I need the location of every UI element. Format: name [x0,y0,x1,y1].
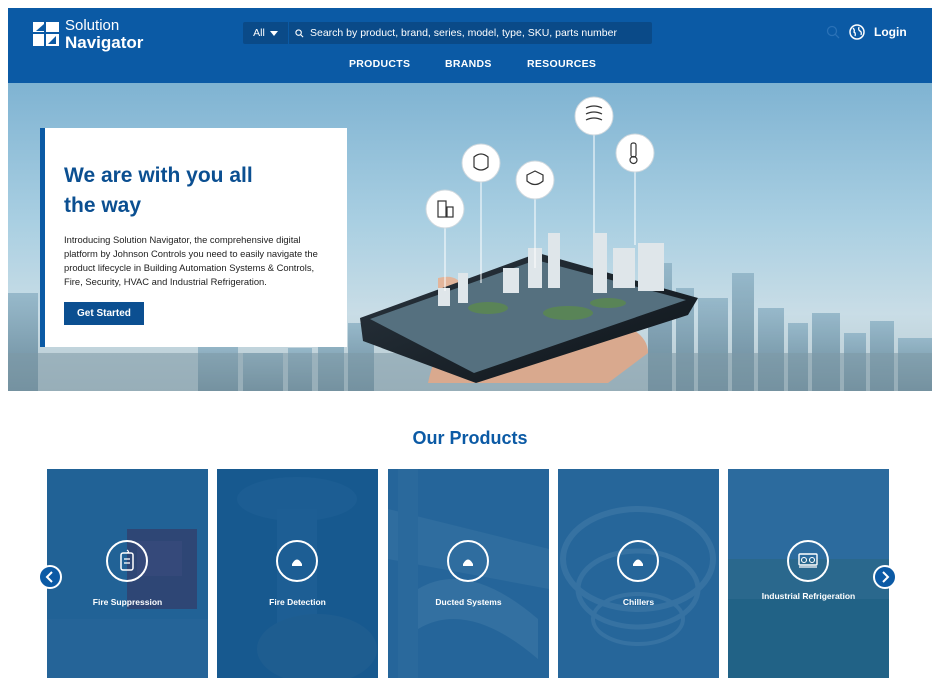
products-carousel: Fire Suppression Fire Detection Ducted S… [47,469,889,678]
search-bar: All [243,22,652,44]
logo-line-2: Navigator [65,33,144,52]
search-category-value: All [253,27,265,39]
products-heading: Our Products [412,428,528,448]
chillers-icon [617,540,659,582]
hero-banner: We are with you all the way Introducing … [8,83,932,391]
hero-card: We are with you all the way Introducing … [40,128,347,347]
logo-mark-icon [33,21,59,48]
product-card-label: Ducted Systems [435,597,502,607]
nav-brands[interactable]: BRANDS [445,58,492,70]
product-card-label: Industrial Refrigeration [761,591,856,601]
logo[interactable]: Solution Navigator [33,18,143,51]
header: Solution Navigator All Search by product… [8,8,932,83]
search-category-select[interactable]: All [243,22,289,44]
product-card-label: Fire Suppression [92,597,163,607]
hero-description: Introducing Solution Navigator, the comp… [64,234,318,287]
search-input[interactable] [310,27,640,39]
globe-icon[interactable] [849,24,865,40]
product-card-chillers[interactable]: Chillers [558,469,719,678]
product-card-industrial-refrigeration[interactable]: Industrial Refrigeration [728,469,889,678]
logo-line-1: Solution [65,17,120,34]
product-card-fire-detection[interactable]: Fire Detection [217,469,378,678]
industrial-refrigeration-icon [787,540,829,582]
nav-resources[interactable]: RESOURCES [527,58,596,70]
chevron-right-icon [882,571,890,583]
product-card-label: Chillers [622,597,655,607]
search-icon[interactable] [826,25,840,39]
product-card-ducted-systems[interactable]: Ducted Systems [388,469,549,678]
hero-title: We are with you all the way [64,164,253,217]
ducted-systems-icon [447,540,489,582]
carousel-next-button[interactable] [873,565,897,589]
product-card-fire-suppression[interactable]: Fire Suppression [47,469,208,678]
carousel-prev-button[interactable] [38,565,62,589]
fire-suppression-icon [106,540,148,582]
nav-products[interactable]: PRODUCTS [349,58,410,70]
caret-down-icon [269,30,278,36]
product-card-label: Fire Detection [269,597,326,607]
search-icon [295,28,304,37]
chevron-left-icon [45,571,53,583]
page: Solution Navigator All Search by product… [8,8,932,678]
fire-detection-icon [276,540,318,582]
get-started-button[interactable]: Get Started [64,302,144,325]
login-link[interactable]: Login [874,25,907,39]
